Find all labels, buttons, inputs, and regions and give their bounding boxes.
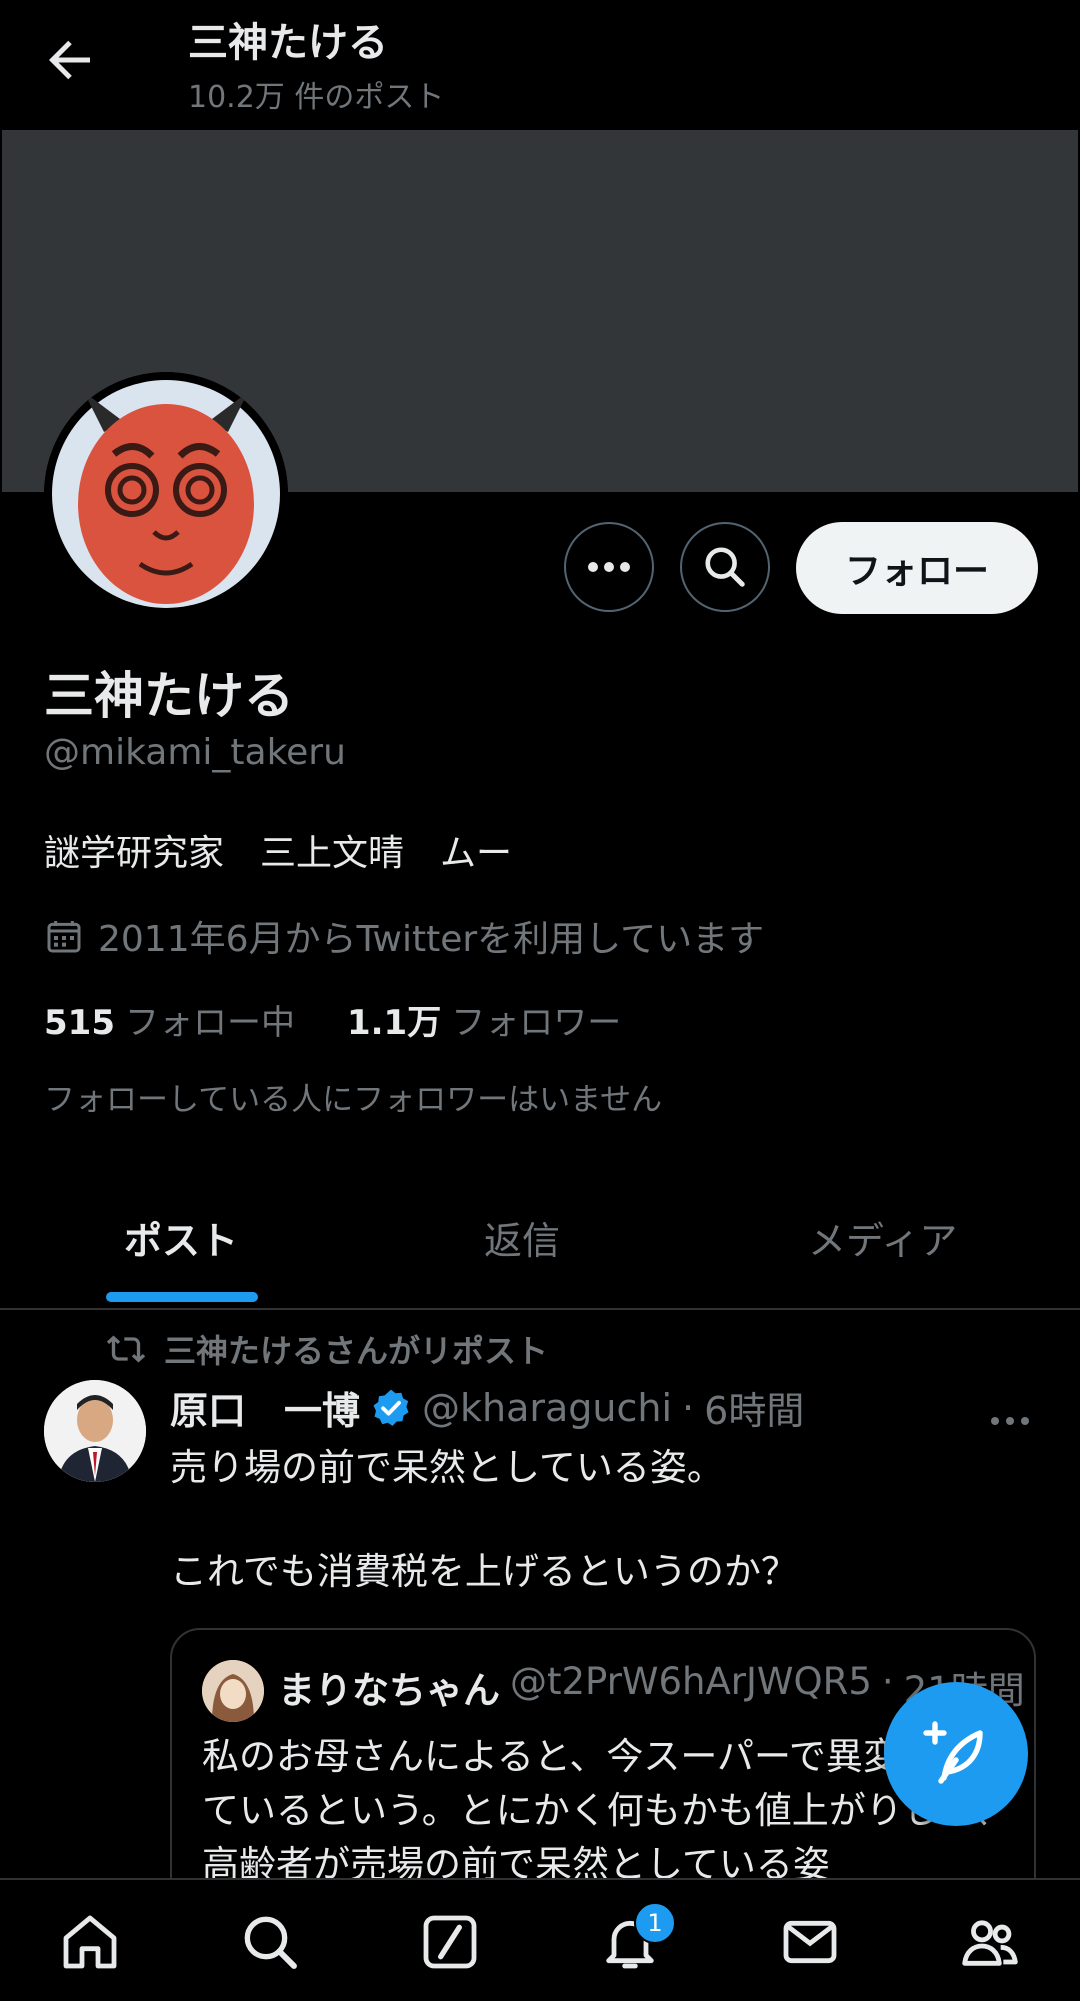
tab-posts[interactable]: ポスト xyxy=(124,1210,238,1265)
profile-avatar[interactable] xyxy=(44,372,288,616)
tweet-more-button[interactable] xyxy=(990,1390,1030,1436)
joined-text: 2011年6月からTwitterを利用しています xyxy=(98,919,765,960)
quote-author-handle: @t2PrW6hArJWQR5 xyxy=(510,1660,872,1703)
tweet-text: 売り場の前で呆然としている姿。 これでも消費税を上げるというのか？ xyxy=(170,1446,798,1593)
followers-link[interactable]: 1.1万 フォロワー xyxy=(347,995,621,1044)
profile-name: 三神たける xyxy=(44,667,294,725)
avatar-image xyxy=(44,372,288,616)
more-options-button[interactable] xyxy=(564,522,654,612)
profile-bio: 謎学研究家 三上文晴 ムー xyxy=(44,833,513,874)
followers-count: 1.1万 xyxy=(346,1003,442,1043)
back-button[interactable] xyxy=(40,30,100,90)
bottom-navigation xyxy=(0,1878,1080,2001)
follow-button[interactable]: フォロー xyxy=(796,522,1038,614)
tweet-time[interactable]: 6時間 xyxy=(704,1380,804,1435)
search-icon xyxy=(705,547,745,587)
header-title: 三神たける xyxy=(188,20,388,66)
repost-label: 三神たけるさんがリポスト xyxy=(164,1332,549,1370)
top-bar xyxy=(0,0,1080,130)
repost-icon xyxy=(106,1335,146,1363)
quote-author-avatar[interactable] xyxy=(202,1660,264,1722)
following-link[interactable]: 515 フォロー中 xyxy=(44,995,295,1044)
tab-replies[interactable]: 返信 xyxy=(484,1210,560,1265)
tab-media[interactable]: メディア xyxy=(808,1210,957,1265)
more-icon xyxy=(991,1417,1029,1425)
active-tab-indicator xyxy=(106,1292,258,1302)
profile-handle: @mikami_takeru xyxy=(44,732,346,773)
tweet-separator: · xyxy=(682,1385,695,1430)
tweet-author-handle[interactable]: @kharaguchi xyxy=(422,1386,672,1430)
compose-icon xyxy=(923,1721,983,1784)
tweet-header: 原口 一博 @kharaguchi · 6時間 xyxy=(170,1380,804,1435)
profile-tabs: ポスト 返信 メディア xyxy=(0,1170,1080,1310)
calendar-icon xyxy=(47,921,81,953)
compose-button[interactable] xyxy=(884,1682,1028,1826)
followers-label: フォロワー xyxy=(451,1003,622,1043)
search-profile-button[interactable] xyxy=(680,522,770,612)
repost-indicator: 三神たけるさんがリポスト xyxy=(106,1326,548,1372)
tweet-author-avatar[interactable] xyxy=(44,1380,146,1482)
quote-separator: · xyxy=(881,1660,894,1703)
quote-author-photo xyxy=(202,1660,264,1722)
header-post-count: 10.2万 件のポスト xyxy=(188,80,445,115)
more-icon xyxy=(588,562,630,572)
communities-icon[interactable] xyxy=(958,1910,1022,1974)
author-photo xyxy=(44,1380,146,1482)
notification-badge: 1 xyxy=(634,1902,676,1944)
following-label: フォロー中 xyxy=(124,1003,295,1043)
follow-stats: 515 フォロー中 1.1万 フォロワー xyxy=(44,995,621,1044)
mail-icon[interactable] xyxy=(778,1910,842,1974)
following-count: 515 xyxy=(44,1003,115,1043)
arrow-left-icon xyxy=(49,40,90,80)
no-common-followers: フォローしている人にフォロワーはいません xyxy=(44,1082,663,1118)
home-icon[interactable] xyxy=(58,1910,122,1974)
verified-badge-icon xyxy=(373,1389,409,1426)
tweet-author-name[interactable]: 原口 一博 xyxy=(170,1380,360,1435)
joined-date: 2011年6月からTwitterを利用しています xyxy=(44,910,764,962)
quote-author-name: まりなちゃん xyxy=(278,1669,500,1712)
search-icon[interactable] xyxy=(238,1910,302,1974)
grok-icon[interactable] xyxy=(418,1910,482,1974)
